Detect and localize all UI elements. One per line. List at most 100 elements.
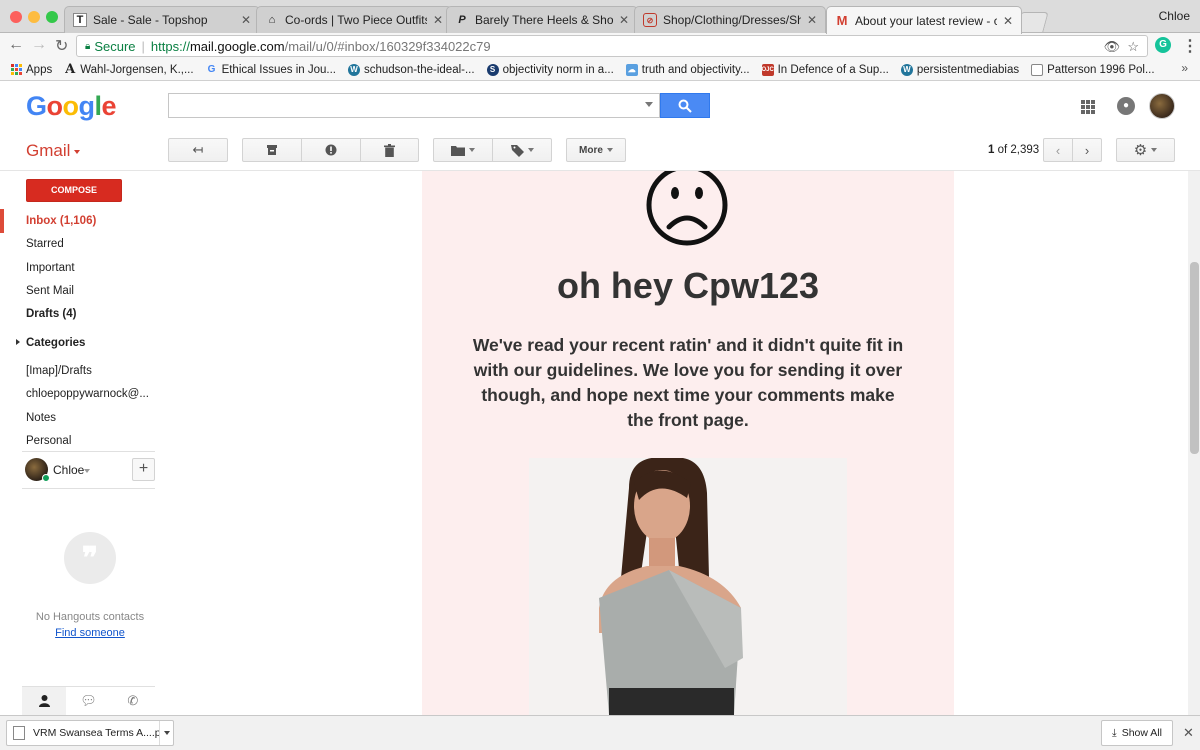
chevron-down-icon (74, 149, 81, 154)
reload-icon[interactable]: ↻ (55, 36, 68, 56)
download-item[interactable]: VRM Swansea Terms A....pdf (6, 720, 174, 746)
browser-tab[interactable]: P Barely There Heels & Shoes | P ✕ (446, 6, 638, 33)
hangouts-bottom-tabs: 💬︎ ✆ (22, 686, 155, 715)
bookmarks-overflow-button[interactable]: » (1181, 61, 1188, 75)
close-tab-icon[interactable]: ✕ (619, 13, 629, 27)
show-all-downloads-button[interactable]: ⤓ Show All (1101, 720, 1173, 746)
bookmark-item[interactable]: S objectivity norm in a... (486, 63, 614, 76)
browser-tab[interactable]: ⌂ Co-ords | Two Piece Outfits & ✕ (256, 6, 452, 33)
profile-name[interactable]: Chloe (1159, 9, 1190, 23)
email-heading: oh hey Cpw123 (556, 265, 820, 306)
bookmarks-bar: Apps A Wahl-Jorgensen, K.,... G Ethical … (0, 59, 1200, 81)
sidebar-item-imap-drafts[interactable]: [Imap]/Drafts (26, 365, 92, 377)
search-icon (678, 99, 692, 113)
sidebar-item-account-label[interactable]: chloepoppywarnock@... (26, 388, 149, 400)
shop-icon: ⊘ (643, 13, 657, 27)
mail-search-input[interactable] (168, 93, 660, 118)
report-spam-button[interactable] (301, 138, 361, 162)
hangouts-empty-text: No Hangouts contacts (35, 611, 145, 623)
bookmark-item[interactable]: ☁ truth and objectivity... (625, 63, 750, 76)
maximize-window-button[interactable] (46, 11, 58, 23)
back-to-inbox-button[interactable]: ↤ (168, 138, 228, 162)
bookmark-label: Patterson 1996 Pol... (1047, 63, 1155, 76)
more-actions-button[interactable]: More (566, 138, 626, 162)
search-button[interactable] (660, 93, 710, 118)
download-options-button[interactable] (159, 721, 173, 745)
expand-categories-icon[interactable] (16, 339, 20, 345)
browser-tab-active[interactable]: M About your latest review - chlo ✕ (826, 6, 1022, 34)
close-tab-icon[interactable]: ✕ (807, 13, 817, 27)
grammarly-extension-icon[interactable]: G (1155, 37, 1171, 53)
online-status-dot (42, 474, 50, 482)
sidebar-item-drafts[interactable]: Drafts (4) (26, 308, 76, 320)
back-arrow-icon[interactable]: ← (8, 36, 24, 54)
logo-letter: l (94, 91, 103, 121)
hangouts-tab[interactable]: 💬︎ (66, 687, 110, 715)
scrollbar-thumb[interactable] (1190, 262, 1199, 454)
close-window-button[interactable] (10, 11, 22, 23)
chevron-left-icon: ‹ (1055, 142, 1061, 158)
bookmark-star-icon[interactable]: ☆ (1127, 39, 1139, 54)
s-logo-icon: S (486, 63, 499, 76)
notifications-icon[interactable]: ● (1117, 97, 1135, 115)
new-conversation-button[interactable]: + (132, 458, 155, 481)
forward-arrow-icon[interactable]: → (31, 36, 47, 54)
hangouts-user-name[interactable]: Chloe (53, 463, 84, 477)
google-apps-icon[interactable] (1081, 100, 1095, 114)
gmail-menu[interactable]: Gmail (26, 141, 81, 161)
close-tab-icon[interactable]: ✕ (1003, 14, 1013, 28)
address-bar[interactable]: 🔒︎ Secure | https:// mail.google.com /ma… (76, 35, 1148, 57)
bookmark-item[interactable]: Patterson 1996 Pol... (1031, 63, 1155, 76)
page-total: of 2,393 (997, 144, 1040, 156)
move-to-button[interactable] (433, 138, 493, 162)
close-tab-icon[interactable]: ✕ (241, 13, 251, 27)
bookmark-label: Ethical Issues in Jou... (221, 63, 336, 76)
bookmark-item[interactable]: A Wahl-Jorgensen, K.,... (64, 62, 193, 77)
archive-button[interactable] (242, 138, 302, 162)
close-download-bar-icon[interactable]: ✕ (1183, 725, 1194, 741)
bookmark-item[interactable]: G Ethical Issues in Jou... (206, 64, 336, 76)
account-avatar[interactable] (1149, 93, 1175, 119)
ojc-icon: OJC (761, 63, 774, 76)
browser-tab[interactable]: T Sale - Sale - Topshop ✕ (64, 6, 260, 33)
product-photo (529, 458, 847, 715)
hanger-icon: ⌂ (268, 14, 276, 26)
topshop-favicon: T (73, 13, 87, 27)
compose-button[interactable]: COMPOSE (26, 179, 122, 202)
older-button[interactable]: › (1072, 138, 1102, 162)
page-icon (1031, 63, 1044, 76)
more-label: More (579, 144, 603, 156)
bookmark-item[interactable]: OJC In Defence of a Sup... (761, 63, 889, 76)
sidebar-item-sent[interactable]: Sent Mail (26, 285, 74, 297)
minimize-window-button[interactable] (28, 11, 40, 23)
sidebar-item-starred[interactable]: Starred (26, 238, 64, 250)
bookmark-apps[interactable]: Apps (10, 64, 52, 76)
spam-icon (325, 144, 337, 156)
find-someone-link[interactable]: Find someone (0, 627, 180, 639)
bookmark-item[interactable]: W schudson-the-ideal-... (347, 63, 475, 76)
sidebar-item-categories[interactable]: Categories (26, 337, 85, 349)
lock-icon: 🔒︎ (85, 40, 91, 52)
contacts-tab[interactable] (22, 687, 67, 715)
chevron-down-icon[interactable] (84, 469, 90, 473)
url-scheme: https:// (150, 38, 190, 54)
bookmark-item[interactable]: W persistentmediabias (900, 63, 1019, 76)
sidebar-item-important[interactable]: Important (26, 262, 75, 274)
eye-icon[interactable]: 👁︎ (1104, 39, 1121, 54)
newer-button[interactable]: ‹ (1043, 138, 1073, 162)
hangouts-quote-icon: ❞ (64, 532, 116, 584)
google-logo[interactable]: Google (26, 91, 117, 122)
phone-tab[interactable]: ✆ (111, 687, 155, 715)
close-tab-icon[interactable]: ✕ (433, 13, 443, 27)
model-image (529, 458, 847, 715)
sidebar-item-notes[interactable]: Notes (26, 412, 56, 424)
sidebar-item-personal[interactable]: Personal (26, 435, 71, 447)
browser-menu-icon[interactable]: ⋮ (1182, 36, 1198, 56)
search-options-dropdown[interactable] (645, 102, 653, 107)
browser-tab[interactable]: ⊘ Shop/Clothing/Dresses/Shop c ✕ (634, 6, 826, 33)
sidebar-item-inbox[interactable]: Inbox (1,106) (26, 215, 96, 227)
labels-button[interactable] (492, 138, 552, 162)
delete-button[interactable] (360, 138, 419, 162)
chevron-right-icon: › (1084, 142, 1090, 158)
settings-button[interactable]: ⚙ (1116, 138, 1175, 162)
